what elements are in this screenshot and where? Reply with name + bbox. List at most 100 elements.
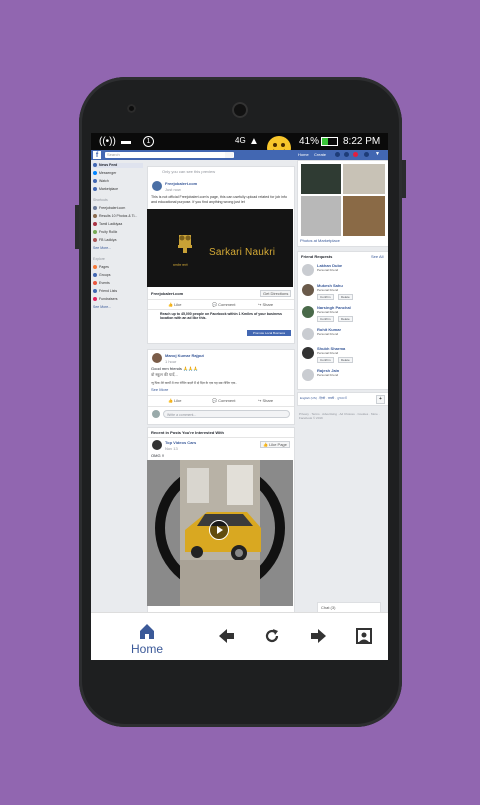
sidebar-item-fundraisers[interactable]: Fundraisers <box>93 297 117 302</box>
avatar[interactable] <box>302 347 314 359</box>
messenger-icon[interactable] <box>344 152 349 157</box>
add-language-button[interactable]: + <box>376 395 385 404</box>
page-avatar <box>93 214 97 219</box>
sidebar-item-groups[interactable]: Groups <box>93 273 110 278</box>
friends-icon[interactable] <box>335 152 340 157</box>
see-more-link[interactable]: See More <box>151 387 168 392</box>
avatar[interactable] <box>302 306 314 318</box>
front-camera <box>127 104 136 113</box>
play-button[interactable] <box>209 520 229 540</box>
post-text-line: Good mrn friends 🙏🙏🙏 <box>151 366 198 371</box>
storage-icon: ▬ <box>121 136 131 147</box>
video-player[interactable] <box>147 460 293 606</box>
user-avatar <box>152 410 160 418</box>
sidebar-item-messenger[interactable]: Messenger <box>93 171 116 176</box>
footer-links: Privacy · Terms · Advertising · Ad Choic… <box>299 412 380 420</box>
promo-text: Reach up to 45,000 people on Facebook wi… <box>160 312 282 321</box>
see-more-link[interactable]: See More... <box>93 305 111 310</box>
share-button[interactable]: ↪ Share <box>258 302 273 307</box>
friend-request-item: Rohit Kumar Personal Friend <box>302 327 384 343</box>
facebook-top-bar: f Search Home Create ▼ <box>91 150 388 160</box>
delete-button[interactable]: Delete <box>338 357 353 363</box>
marketplace-photo[interactable] <box>342 195 386 237</box>
friend-sub: Personal Friend <box>317 332 339 336</box>
language-links[interactable]: English (US) · हिन्दी · मराठी · ગુજરાતી <box>300 396 347 400</box>
confirm-button[interactable]: Confirm <box>317 316 334 322</box>
get-directions-button[interactable]: Get Directions <box>260 290 292 297</box>
play-icon <box>217 526 223 534</box>
sidebar-item-events[interactable]: Events <box>93 281 110 286</box>
help-icon[interactable] <box>364 152 369 157</box>
delete-button[interactable]: Delete <box>338 294 353 300</box>
screen: ((•)) ▬ 1 4G ▲ 41% 8:22 PM f Search Home… <box>91 133 388 660</box>
avatar[interactable] <box>302 369 314 381</box>
wifi-icon: 4G <box>235 136 246 145</box>
share-button[interactable]: ↪ Share <box>258 398 273 403</box>
post-body: This is not official Freejobalert.com's … <box>151 195 288 204</box>
comment-button[interactable]: 💬 Comment <box>212 302 235 307</box>
marketplace-photos-link[interactable]: Photos at Marketplace <box>300 238 340 243</box>
battery-icon <box>321 137 338 146</box>
shortcut-item[interactable]: FB Ladkiya <box>93 238 117 243</box>
avatar[interactable] <box>302 284 314 296</box>
refresh-icon[interactable] <box>263 627 281 645</box>
page-avatar <box>93 238 97 243</box>
like-page-button[interactable]: 👍 Like Page <box>260 441 290 448</box>
friend-requests-title: Friend Requests <box>301 254 333 259</box>
see-all-link[interactable]: See All <box>371 254 383 259</box>
friend-request-item: Rajesh Jain Personal Friend <box>302 368 384 384</box>
sidebar-item-newsfeed[interactable]: News Feed <box>93 163 143 168</box>
post-card: Manoj Kumar Rajput 1 hour Good mrn frien… <box>147 349 295 425</box>
page-avatar <box>93 230 97 235</box>
notifications-icon[interactable] <box>353 152 358 157</box>
forward-arrow-icon[interactable] <box>309 627 327 645</box>
see-more-link[interactable]: See More... <box>93 246 111 251</box>
post-image[interactable]: सत्यमेव जयते Sarkari Naukri <box>147 209 293 287</box>
marketplace-photo[interactable] <box>342 163 386 195</box>
hotspot-icon: ((•)) <box>99 136 116 147</box>
explore-title: Explore <box>93 257 105 261</box>
friend-request-item: Lakhan Dube Personal Friend <box>302 263 384 279</box>
promote-button[interactable]: Promote Local Business <box>247 330 291 336</box>
page-avatar[interactable] <box>152 181 162 191</box>
sidebar-item-pages[interactable]: Pages <box>93 265 109 270</box>
screenshot-icon[interactable] <box>355 627 373 645</box>
sidebar-item-friend-lists[interactable]: Friend Lists <box>93 289 117 294</box>
comment-input[interactable]: Write a comment... <box>163 410 290 418</box>
shortcuts-title: Shortcuts <box>93 198 108 202</box>
shortcut-item[interactable]: Fruity Rollix <box>93 230 117 235</box>
clock: 8:22 PM <box>343 136 381 147</box>
page-name[interactable]: Freejobalert.com <box>165 181 197 186</box>
confirm-button[interactable]: Confirm <box>317 357 334 363</box>
notification-badge: 1 <box>143 136 154 147</box>
post-author[interactable]: Manoj Kumar Rajput <box>165 353 204 358</box>
post-time: 1 hour <box>165 359 177 364</box>
shortcut-item[interactable]: Tamil Ladkiyaa <box>93 222 122 227</box>
search-button[interactable] <box>225 152 233 158</box>
shortcut-item[interactable]: Results 10 Photos & Ti... <box>93 214 137 219</box>
dropdown-icon[interactable]: ▼ <box>375 151 380 157</box>
post-author[interactable]: Top Videos Cars <box>165 440 196 445</box>
confirm-button[interactable]: Confirm <box>317 294 334 300</box>
home-link[interactable]: Home <box>298 152 309 157</box>
avatar[interactable] <box>302 264 314 276</box>
marketplace-photo[interactable] <box>300 195 342 237</box>
avatar[interactable] <box>302 328 314 340</box>
back-arrow-icon[interactable] <box>218 627 236 645</box>
sidebar-item-watch[interactable]: Watch <box>93 179 109 184</box>
like-button[interactable]: 👍 Like <box>168 302 181 307</box>
link-domain[interactable]: Freejobalert.com <box>151 291 183 296</box>
marketplace-photo[interactable] <box>300 163 342 195</box>
author-avatar[interactable] <box>152 353 162 363</box>
sidebar-item-marketplace[interactable]: Marketplace <box>93 187 118 192</box>
like-button[interactable]: 👍 Like <box>168 398 181 403</box>
home-tab[interactable]: Home <box>123 619 171 657</box>
shortcut-item[interactable]: Freejobalert.com <box>93 206 125 211</box>
search-input[interactable]: Search <box>105 152 234 158</box>
comment-button[interactable]: 💬 Comment <box>212 398 235 403</box>
page-avatar[interactable] <box>152 440 162 450</box>
create-link[interactable]: Create <box>314 152 326 157</box>
image-subtitle: सत्यमेव जयते <box>173 263 188 267</box>
delete-button[interactable]: Delete <box>338 316 353 322</box>
facebook-logo-icon[interactable]: f <box>93 151 101 159</box>
